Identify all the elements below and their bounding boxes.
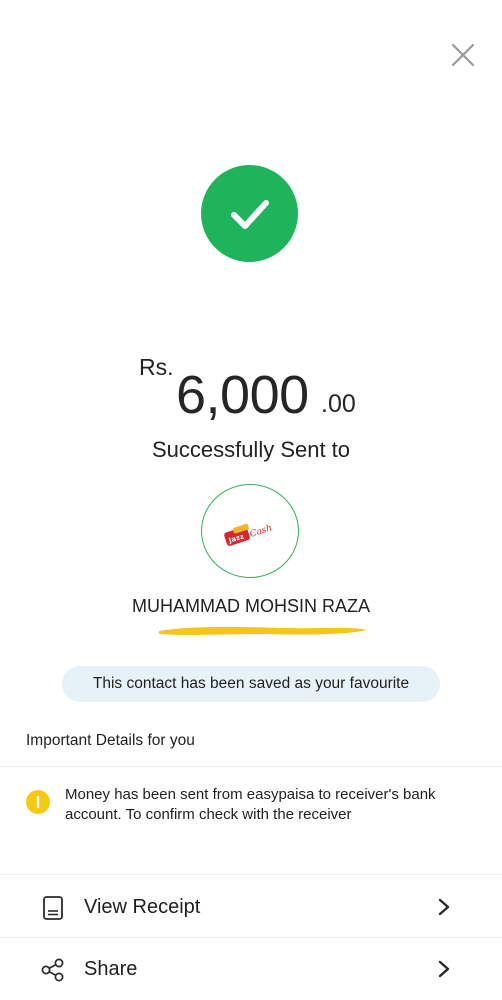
jazzcash-logo-icon: Jazz Cash bbox=[224, 523, 274, 546]
favourite-banner: This contact has been saved as your favo… bbox=[62, 666, 440, 702]
amount-decimal: .00 bbox=[321, 390, 356, 418]
important-details-item: Money has been sent from easypaisa to re… bbox=[0, 768, 502, 872]
success-badge bbox=[201, 165, 298, 262]
divider bbox=[0, 874, 502, 875]
important-details-message: Money has been sent from easypaisa to re… bbox=[65, 786, 436, 823]
redaction-highlight bbox=[159, 626, 367, 635]
view-receipt-button[interactable]: View Receipt bbox=[0, 876, 502, 938]
success-message: Successfully Sent to bbox=[151, 437, 351, 462]
divider bbox=[0, 766, 502, 767]
favourite-text: This contact has been saved as your favo… bbox=[92, 675, 410, 692]
checkmark-icon bbox=[230, 199, 269, 229]
info-icon bbox=[26, 790, 50, 814]
currency-label: Rs. bbox=[139, 354, 174, 380]
close-button[interactable] bbox=[448, 40, 478, 70]
svg-text:Cash: Cash bbox=[249, 523, 274, 540]
share-icon bbox=[41, 958, 64, 982]
view-receipt-label: View Receipt bbox=[84, 896, 201, 918]
recipient-avatar: Jazz Cash bbox=[201, 484, 299, 578]
amount-whole: 6,000 bbox=[176, 365, 309, 425]
receipt-icon bbox=[43, 896, 63, 920]
chevron-right-icon bbox=[438, 960, 450, 978]
close-icon bbox=[451, 43, 475, 67]
share-label: Share bbox=[84, 958, 138, 980]
amount-display: Rs. 6,000 .00 bbox=[0, 348, 502, 428]
important-details-title: Important Details for you bbox=[26, 732, 195, 749]
share-button[interactable]: Share bbox=[0, 938, 502, 1000]
chevron-right-icon bbox=[438, 898, 450, 916]
recipient-name: MUHAMMAD MOHSIN RAZA bbox=[132, 596, 370, 616]
